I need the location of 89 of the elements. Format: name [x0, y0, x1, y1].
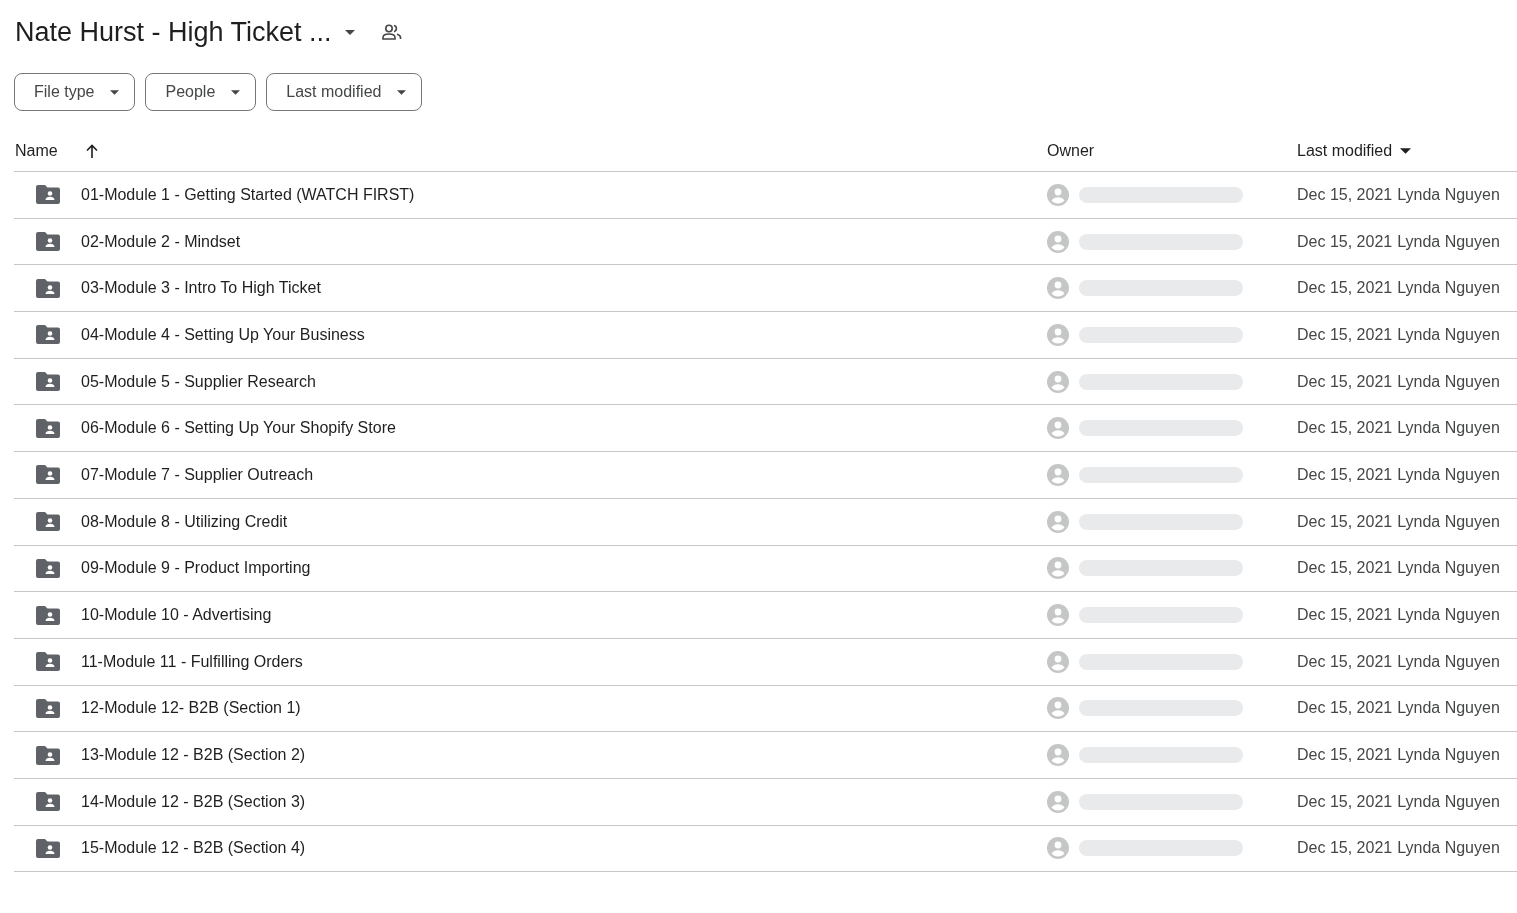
modified-by: Lynda Nguyen [1397, 279, 1500, 298]
modified-by: Lynda Nguyen [1397, 512, 1500, 531]
shared-folder-icon [36, 185, 60, 205]
modified-date: Dec 15, 2021 [1297, 232, 1393, 251]
shared-folder-icon [36, 698, 60, 718]
modified-by: Lynda Nguyen [1397, 419, 1500, 438]
avatar-icon [1047, 230, 1069, 253]
caret-icon [231, 89, 241, 95]
avatar-icon [1047, 557, 1069, 580]
modified-by: Lynda Nguyen [1397, 372, 1500, 391]
avatar-icon [1047, 417, 1069, 440]
modified-by: Lynda Nguyen [1397, 185, 1500, 204]
modified-date: Dec 15, 2021 [1297, 792, 1393, 811]
column-header[interactable]: Last modified [1297, 142, 1393, 160]
shared-folder-icon [36, 838, 60, 858]
folder-name[interactable]: 15-Module 12 - B2B (Section 4) [81, 839, 306, 858]
modified-by: Lynda Nguyen [1397, 606, 1500, 625]
folder-title: Nate Hurst - High Ticket ... [15, 16, 332, 48]
avatar-icon [1047, 650, 1069, 673]
folder-name[interactable]: 01-Module 1 - Getting Started (WATCH FIRST) [81, 185, 415, 204]
shared-folder-icon [36, 558, 60, 578]
avatar-icon [1047, 323, 1069, 346]
column-header[interactable]: Owner [1047, 142, 1095, 160]
caret-icon[interactable] [344, 29, 355, 35]
modified-by: Lynda Nguyen [1397, 325, 1500, 344]
folder-name[interactable]: 11-Module 11 - Fulfilling Orders [81, 652, 303, 671]
modified-date: Dec 15, 2021 [1297, 185, 1393, 204]
modified-date: Dec 15, 2021 [1297, 606, 1393, 625]
modified-date: Dec 15, 2021 [1297, 465, 1393, 484]
shared-folder-icon [36, 418, 60, 438]
modified-date: Dec 15, 2021 [1297, 372, 1393, 391]
arrow-up-icon[interactable] [85, 144, 98, 158]
modified-by: Lynda Nguyen [1397, 559, 1500, 578]
shared-folder-icon [36, 278, 60, 298]
modified-date: Dec 15, 2021 [1297, 839, 1393, 858]
modified-by: Lynda Nguyen [1397, 652, 1500, 671]
folder-name[interactable]: 03-Module 3 - Intro To High Ticket [81, 279, 321, 298]
filter-chip[interactable]: File type [14, 73, 136, 111]
folder-name[interactable]: 06-Module 6 - Setting Up Your Shopify Store [81, 419, 396, 438]
modified-date: Dec 15, 2021 [1297, 419, 1393, 438]
avatar-icon [1047, 604, 1069, 627]
folder-name[interactable]: 13-Module 12 - B2B (Section 2) [81, 746, 306, 765]
modified-by: Lynda Nguyen [1397, 465, 1500, 484]
folder-name[interactable]: 14-Module 12 - B2B (Section 3) [81, 792, 306, 811]
folder-name[interactable]: 09-Module 9 - Product Importing [81, 559, 311, 578]
modified-date: Dec 15, 2021 [1297, 652, 1393, 671]
modified-date: Dec 15, 2021 [1297, 512, 1393, 531]
filter-chip[interactable]: People [145, 73, 257, 111]
caret-icon[interactable] [1400, 148, 1412, 154]
folder-name[interactable]: 02-Module 2 - Mindset [81, 232, 241, 251]
folder-name[interactable]: 12-Module 12- B2B (Section 1) [81, 699, 301, 718]
avatar-icon [1047, 697, 1069, 720]
shared-folder-icon [36, 465, 60, 485]
column-header[interactable]: Name [15, 142, 58, 160]
avatar-icon [1047, 790, 1069, 813]
modified-date: Dec 15, 2021 [1297, 699, 1393, 718]
avatar-icon [1047, 837, 1069, 860]
shared-folder-icon [36, 372, 60, 392]
avatar-icon [1047, 510, 1069, 533]
modified-date: Dec 15, 2021 [1297, 559, 1393, 578]
shared-folder-icon [36, 605, 60, 625]
caret-icon [110, 89, 120, 95]
avatar-icon [1047, 744, 1069, 767]
modified-by: Lynda Nguyen [1397, 699, 1500, 718]
modified-by: Lynda Nguyen [1397, 792, 1500, 811]
folder-name[interactable]: 04-Module 4 - Setting Up Your Business [81, 325, 365, 344]
people-icon[interactable] [381, 24, 402, 40]
modified-by: Lynda Nguyen [1397, 232, 1500, 251]
folder-name[interactable]: 10-Module 10 - Advertising [81, 606, 272, 625]
avatar-icon [1047, 463, 1069, 486]
shared-folder-icon [36, 512, 60, 532]
avatar-icon [1047, 277, 1069, 300]
folder-name[interactable]: 07-Module 7 - Supplier Outreach [81, 465, 314, 484]
folder-name[interactable]: 08-Module 8 - Utilizing Credit [81, 512, 288, 531]
avatar-icon [1047, 183, 1069, 206]
modified-date: Dec 15, 2021 [1297, 325, 1393, 344]
shared-folder-icon [36, 325, 60, 345]
shared-folder-icon [36, 792, 60, 812]
shared-folder-icon [36, 652, 60, 672]
modified-date: Dec 15, 2021 [1297, 746, 1393, 765]
caret-icon [397, 89, 407, 95]
folder-name[interactable]: 05-Module 5 - Supplier Research [81, 372, 316, 391]
filter-chip[interactable]: Last modified [266, 73, 423, 111]
modified-date: Dec 15, 2021 [1297, 279, 1393, 298]
modified-by: Lynda Nguyen [1397, 746, 1500, 765]
shared-folder-icon [36, 232, 60, 252]
shared-folder-icon [36, 745, 60, 765]
avatar-icon [1047, 370, 1069, 393]
modified-by: Lynda Nguyen [1397, 839, 1500, 858]
